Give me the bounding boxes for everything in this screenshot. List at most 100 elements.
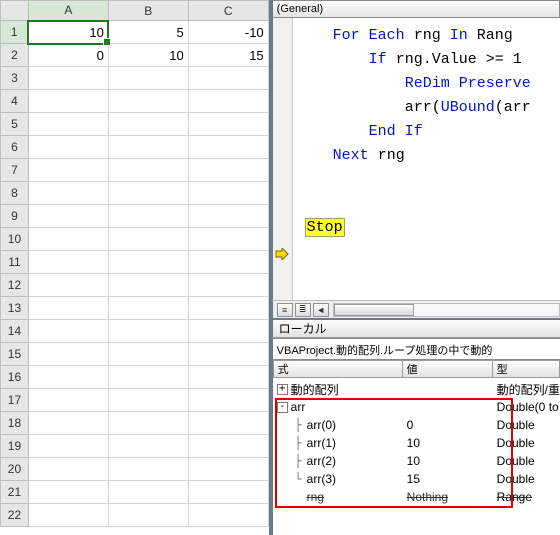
row-header[interactable]: 15 xyxy=(1,343,29,366)
scroll-thumb[interactable] xyxy=(334,304,414,316)
cell[interactable] xyxy=(108,389,188,412)
expand-icon[interactable]: + xyxy=(277,384,288,395)
cell[interactable] xyxy=(108,320,188,343)
cell[interactable] xyxy=(28,458,108,481)
cell[interactable] xyxy=(188,182,268,205)
cell[interactable] xyxy=(188,481,268,504)
cell-a2[interactable]: 0 xyxy=(28,44,108,67)
row-header[interactable]: 4 xyxy=(1,90,29,113)
row-header[interactable]: 11 xyxy=(1,251,29,274)
cell[interactable] xyxy=(28,504,108,527)
code-text[interactable]: For Each rng In Rang If rng.Value >= 1 R… xyxy=(293,18,560,300)
cell[interactable] xyxy=(188,412,268,435)
cell[interactable] xyxy=(28,389,108,412)
row-header[interactable]: 14 xyxy=(1,320,29,343)
cell[interactable] xyxy=(188,90,268,113)
cell[interactable] xyxy=(108,113,188,136)
row-header[interactable]: 19 xyxy=(1,435,29,458)
locals-row[interactable]: ├arr(2) 10 Double xyxy=(273,452,560,470)
cell[interactable] xyxy=(188,435,268,458)
cell[interactable] xyxy=(28,274,108,297)
collapse-icon[interactable]: - xyxy=(277,402,288,413)
cell[interactable] xyxy=(28,320,108,343)
cell[interactable] xyxy=(108,205,188,228)
cell[interactable] xyxy=(188,458,268,481)
row-header[interactable]: 21 xyxy=(1,481,29,504)
locals-header-expr[interactable]: 式 xyxy=(273,360,403,378)
cell[interactable] xyxy=(28,67,108,90)
locals-header-val[interactable]: 値 xyxy=(403,360,493,378)
scroll-track[interactable] xyxy=(333,303,560,317)
cell[interactable] xyxy=(188,113,268,136)
cell[interactable] xyxy=(188,274,268,297)
row-header[interactable]: 2 xyxy=(1,44,29,67)
procedure-dropdown[interactable]: (General) xyxy=(271,0,560,18)
locals-context-path[interactable]: VBAProject.動的配列.ループ処理の中で動的 xyxy=(271,338,560,360)
column-header-b[interactable]: B xyxy=(108,1,188,21)
cell[interactable] xyxy=(188,228,268,251)
column-header-c[interactable]: C xyxy=(188,1,268,21)
cell[interactable] xyxy=(188,366,268,389)
cell[interactable] xyxy=(28,343,108,366)
row-header[interactable]: 9 xyxy=(1,205,29,228)
cell[interactable] xyxy=(108,67,188,90)
cell[interactable] xyxy=(28,228,108,251)
cell[interactable] xyxy=(188,320,268,343)
cell[interactable] xyxy=(188,504,268,527)
row-header[interactable]: 10 xyxy=(1,228,29,251)
cell[interactable] xyxy=(188,343,268,366)
cell[interactable] xyxy=(28,113,108,136)
row-header[interactable]: 5 xyxy=(1,113,29,136)
cell[interactable] xyxy=(108,228,188,251)
cell[interactable] xyxy=(188,136,268,159)
row-header[interactable]: 3 xyxy=(1,67,29,90)
row-header[interactable]: 22 xyxy=(1,504,29,527)
row-header[interactable]: 20 xyxy=(1,458,29,481)
cell[interactable] xyxy=(108,274,188,297)
cell[interactable] xyxy=(108,182,188,205)
row-header[interactable]: 12 xyxy=(1,274,29,297)
cell[interactable] xyxy=(108,481,188,504)
cell[interactable] xyxy=(28,251,108,274)
row-header[interactable]: 16 xyxy=(1,366,29,389)
cell[interactable] xyxy=(108,435,188,458)
row-header[interactable]: 6 xyxy=(1,136,29,159)
row-header[interactable]: 18 xyxy=(1,412,29,435)
code-hscrollbar[interactable]: ≡ ≣ ◄ xyxy=(271,300,560,318)
cell[interactable] xyxy=(28,159,108,182)
cell-c1[interactable]: -10 xyxy=(188,21,268,44)
cell[interactable] xyxy=(108,136,188,159)
scroll-left-button[interactable]: ◄ xyxy=(313,303,329,317)
cell-a1[interactable]: 10 xyxy=(28,21,108,44)
cell[interactable] xyxy=(28,366,108,389)
cell[interactable] xyxy=(188,205,268,228)
cell[interactable] xyxy=(28,435,108,458)
row-header[interactable]: 8 xyxy=(1,182,29,205)
locals-row[interactable]: ├arr(0) 0 Double xyxy=(273,416,560,434)
cell[interactable] xyxy=(188,297,268,320)
cell[interactable] xyxy=(108,251,188,274)
cell[interactable] xyxy=(28,136,108,159)
row-header[interactable]: 17 xyxy=(1,389,29,412)
cell-b1[interactable]: 5 xyxy=(108,21,188,44)
cell[interactable] xyxy=(108,90,188,113)
cell[interactable] xyxy=(28,481,108,504)
view-full-module-button[interactable]: ≡ xyxy=(277,303,293,317)
row-header[interactable]: 1 xyxy=(1,21,29,44)
cell-c2[interactable]: 15 xyxy=(188,44,268,67)
cell[interactable] xyxy=(28,205,108,228)
cell-b2[interactable]: 10 xyxy=(108,44,188,67)
locals-row[interactable]: └arr(3) 15 Double xyxy=(273,470,560,488)
column-header-a[interactable]: A xyxy=(28,1,108,21)
row-header[interactable]: 13 xyxy=(1,297,29,320)
locals-header-type[interactable]: 型 xyxy=(493,360,560,378)
locals-row[interactable]: +動的配列 動的配列/重 xyxy=(273,380,560,398)
cell[interactable] xyxy=(108,159,188,182)
cell[interactable] xyxy=(108,412,188,435)
locals-row[interactable]: -arr Double(0 to xyxy=(273,398,560,416)
cell[interactable] xyxy=(108,458,188,481)
locals-row[interactable]: ├arr(1) 10 Double xyxy=(273,434,560,452)
cell[interactable] xyxy=(28,412,108,435)
cell[interactable] xyxy=(108,343,188,366)
cell[interactable] xyxy=(188,67,268,90)
